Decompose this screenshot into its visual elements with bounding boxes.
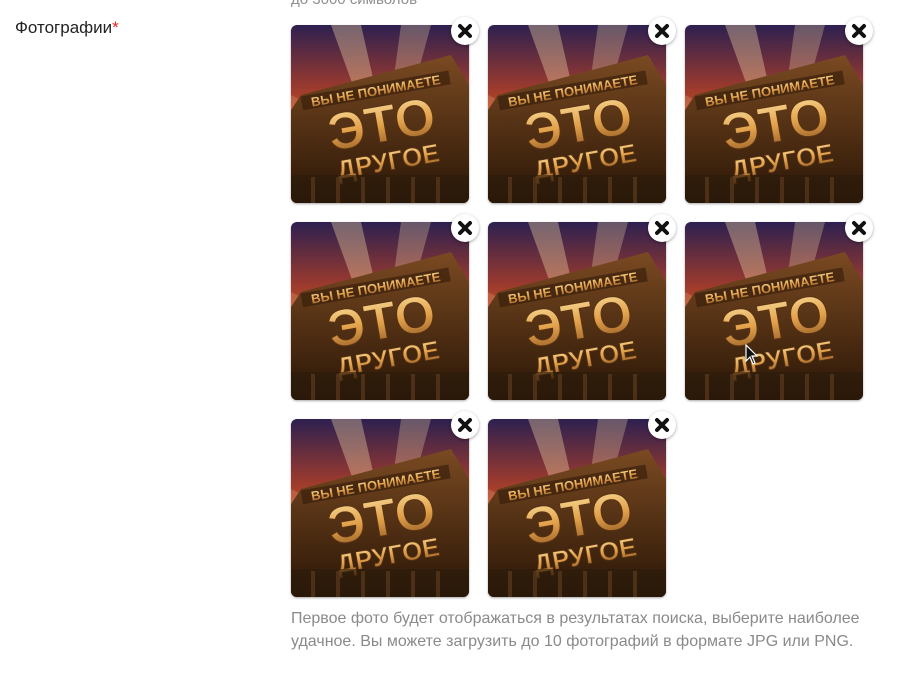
close-icon bbox=[454, 414, 476, 436]
close-icon bbox=[651, 414, 673, 436]
remove-photo-button[interactable] bbox=[648, 411, 676, 439]
photo-image: ВЫ НЕ ПОНИМАЕТЕ ЭТО ДРУГОЕ bbox=[291, 419, 469, 597]
mouse-cursor-icon bbox=[745, 344, 759, 365]
close-icon bbox=[848, 217, 870, 239]
photo-2-thumbnail[interactable]: ВЫ НЕ ПОНИМАЕТЕ ЭТО ДРУГОЕ bbox=[488, 17, 676, 203]
remove-photo-button[interactable] bbox=[451, 411, 479, 439]
photo-art: ВЫ НЕ ПОНИМАЕТЕ ЭТО ДРУГОЕ bbox=[685, 222, 863, 400]
photo-image: ВЫ НЕ ПОНИМАЕТЕ ЭТО ДРУГОЕ bbox=[685, 222, 863, 400]
required-mark: * bbox=[112, 18, 119, 37]
photo-4-thumbnail[interactable]: ВЫ НЕ ПОНИМАЕТЕ ЭТО ДРУГОЕ bbox=[291, 214, 479, 400]
close-icon bbox=[454, 20, 476, 42]
photo-image: ВЫ НЕ ПОНИМАЕТЕ ЭТО ДРУГОЕ bbox=[488, 222, 666, 400]
photo-art: ВЫ НЕ ПОНИМАЕТЕ ЭТО ДРУГОЕ bbox=[291, 222, 469, 400]
photo-art: ВЫ НЕ ПОНИМАЕТЕ ЭТО ДРУГОЕ bbox=[488, 25, 666, 203]
photo-art: ВЫ НЕ ПОНИМАЕТЕ ЭТО ДРУГОЕ bbox=[685, 25, 863, 203]
photo-grid: ВЫ НЕ ПОНИМАЕТЕ ЭТО ДРУГОЕ ВЫ НЕ ПОНИМАЕ… bbox=[291, 17, 873, 597]
remove-photo-button[interactable] bbox=[845, 17, 873, 45]
photo-art: ВЫ НЕ ПОНИМАЕТЕ ЭТО ДРУГОЕ bbox=[291, 419, 469, 597]
remove-photo-button[interactable] bbox=[648, 17, 676, 45]
photos-label-text: Фотографии bbox=[15, 18, 113, 37]
photo-1-thumbnail[interactable]: ВЫ НЕ ПОНИМАЕТЕ ЭТО ДРУГОЕ bbox=[291, 17, 479, 203]
photo-image: ВЫ НЕ ПОНИМАЕТЕ ЭТО ДРУГОЕ bbox=[488, 25, 666, 203]
photo-3-thumbnail[interactable]: ВЫ НЕ ПОНИМАЕТЕ ЭТО ДРУГОЕ bbox=[685, 17, 873, 203]
remove-photo-button[interactable] bbox=[845, 214, 873, 242]
close-icon bbox=[651, 20, 673, 42]
photo-image: ВЫ НЕ ПОНИМАЕТЕ ЭТО ДРУГОЕ bbox=[291, 222, 469, 400]
photo-art: ВЫ НЕ ПОНИМАЕТЕ ЭТО ДРУГОЕ bbox=[488, 419, 666, 597]
photos-hint: Первое фото будет отображаться в результ… bbox=[291, 610, 860, 650]
photo-6-thumbnail[interactable]: ВЫ НЕ ПОНИМАЕТЕ ЭТО ДРУГОЕ bbox=[685, 214, 873, 400]
previous-field-hint: до 3000 символов bbox=[291, 0, 417, 9]
photo-image: ВЫ НЕ ПОНИМАЕТЕ ЭТО ДРУГОЕ bbox=[291, 25, 469, 203]
remove-photo-button[interactable] bbox=[451, 214, 479, 242]
photos-field-label: Фотографии* bbox=[15, 17, 119, 39]
remove-photo-button[interactable] bbox=[648, 214, 676, 242]
remove-photo-button[interactable] bbox=[451, 17, 479, 45]
photo-8-thumbnail[interactable]: ВЫ НЕ ПОНИМАЕТЕ ЭТО ДРУГОЕ bbox=[488, 411, 676, 597]
photo-art: ВЫ НЕ ПОНИМАЕТЕ ЭТО ДРУГОЕ bbox=[291, 25, 469, 203]
close-icon bbox=[454, 217, 476, 239]
photo-image: ВЫ НЕ ПОНИМАЕТЕ ЭТО ДРУГОЕ bbox=[685, 25, 863, 203]
photo-image: ВЫ НЕ ПОНИМАЕТЕ ЭТО ДРУГОЕ bbox=[488, 419, 666, 597]
close-icon bbox=[848, 20, 870, 42]
photo-5-thumbnail[interactable]: ВЫ НЕ ПОНИМАЕТЕ ЭТО ДРУГОЕ bbox=[488, 214, 676, 400]
close-icon bbox=[651, 217, 673, 239]
photo-7-thumbnail[interactable]: ВЫ НЕ ПОНИМАЕТЕ ЭТО ДРУГОЕ bbox=[291, 411, 479, 597]
photo-art: ВЫ НЕ ПОНИМАЕТЕ ЭТО ДРУГОЕ bbox=[488, 222, 666, 400]
